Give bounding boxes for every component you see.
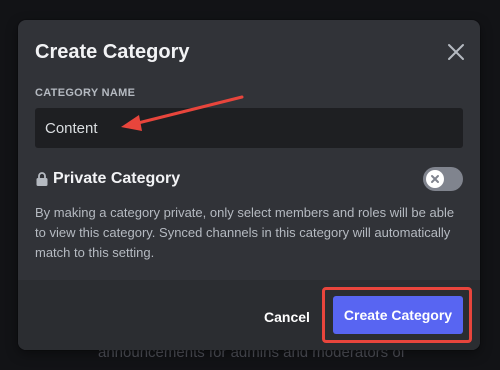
close-button[interactable] bbox=[444, 40, 468, 64]
create-category-button[interactable]: Create Category bbox=[333, 296, 463, 334]
category-name-input[interactable] bbox=[35, 108, 463, 148]
lock-icon bbox=[36, 172, 48, 186]
private-category-row: Private Category bbox=[35, 170, 180, 188]
cancel-button[interactable]: Cancel bbox=[256, 305, 318, 329]
toggle-knob bbox=[426, 170, 444, 188]
private-category-label: Private Category bbox=[53, 170, 181, 187]
create-category-dialog: Create Category CATEGORY NAME Private Ca… bbox=[18, 20, 480, 350]
private-category-toggle[interactable] bbox=[423, 167, 463, 191]
close-icon bbox=[448, 44, 464, 60]
x-icon bbox=[431, 175, 439, 183]
private-category-description: By making a category private, only selec… bbox=[35, 205, 455, 260]
dialog-title: Create Category bbox=[35, 41, 190, 63]
category-name-label: CATEGORY NAME bbox=[35, 87, 136, 99]
